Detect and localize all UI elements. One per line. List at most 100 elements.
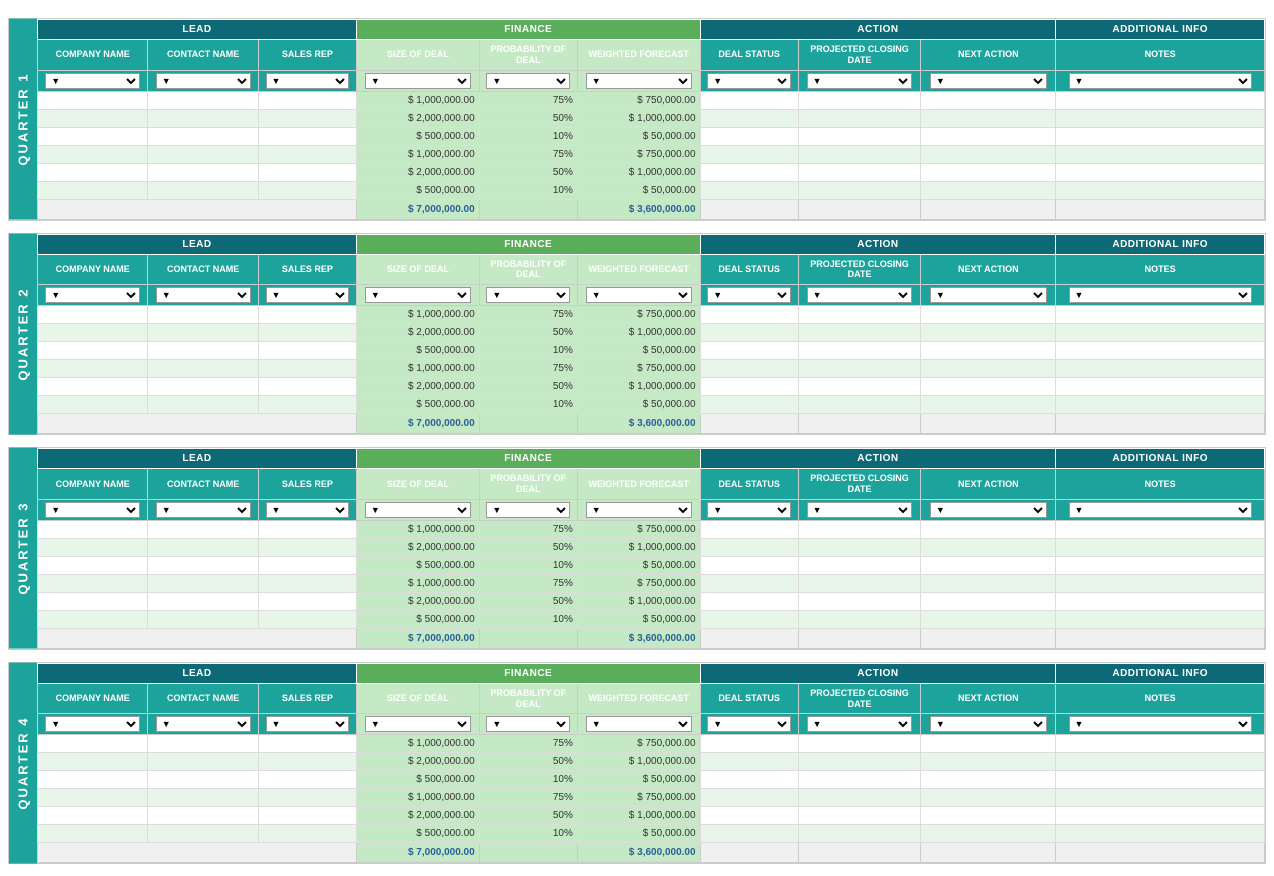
- action-section-header: ACTION: [700, 20, 1056, 40]
- dropdown-sales-rep[interactable]: ▼: [266, 716, 350, 732]
- cell-sales-rep-1: [258, 306, 356, 324]
- additional-info-section-header: ADDITIONAL INFO: [1056, 449, 1265, 469]
- cell-proj-date-5: [798, 378, 921, 396]
- dropdown-next-action[interactable]: ▼: [930, 287, 1047, 303]
- cell-wf-3: $ 50,000.00: [577, 556, 700, 574]
- dropdown-notes[interactable]: ▼: [1069, 502, 1252, 518]
- dropdown-company-name[interactable]: ▼: [45, 73, 140, 89]
- data-row-2: $ 2,000,000.00 50% $ 1,000,000.00: [38, 109, 1265, 127]
- cell-company-name-6: [38, 181, 148, 199]
- dropdown-next-action[interactable]: ▼: [930, 73, 1047, 89]
- finance-section-header: FINANCE: [357, 449, 701, 469]
- dropdown-sales-rep[interactable]: ▼: [266, 287, 350, 303]
- cell-size-2: $ 2,000,000.00: [357, 109, 480, 127]
- dropdown-sales-rep[interactable]: ▼: [266, 73, 350, 89]
- dropdown-contact-name[interactable]: ▼: [156, 716, 251, 732]
- dropdown-contact-name[interactable]: ▼: [156, 73, 251, 89]
- cell-prob-1: 75%: [479, 91, 577, 109]
- cell-size-2: $ 2,000,000.00: [357, 753, 480, 771]
- total-empty-notes: [1056, 843, 1265, 863]
- col-company-name: COMPANY NAME: [38, 40, 148, 71]
- cell-prob-3: 10%: [479, 127, 577, 145]
- cell-notes-2: [1056, 753, 1265, 771]
- data-row-4: $ 1,000,000.00 75% $ 750,000.00: [38, 789, 1265, 807]
- dropdown-projected-closing-date[interactable]: ▼: [807, 73, 913, 89]
- dropdown-notes[interactable]: ▼: [1069, 287, 1252, 303]
- dropdown-weighted-forecast[interactable]: ▼: [586, 287, 692, 303]
- cell-wf-1: $ 750,000.00: [577, 91, 700, 109]
- cell-sales-rep-4: [258, 145, 356, 163]
- dropdown-probability[interactable]: ▼: [486, 716, 570, 732]
- cell-deal-status-4: [700, 574, 798, 592]
- quarter-label-1: QUARTER 1: [9, 19, 37, 220]
- action-section-header: ACTION: [700, 234, 1056, 254]
- dropdown-company-name[interactable]: ▼: [45, 502, 140, 518]
- dropdown-size-of-deal[interactable]: ▼: [365, 502, 471, 518]
- dropdown-projected-closing-date[interactable]: ▼: [807, 287, 913, 303]
- dropdown-weighted-forecast[interactable]: ▼: [586, 502, 692, 518]
- col-probability-of-deal: PROBABILITY OF DEAL: [479, 40, 577, 71]
- cell-proj-date-4: [798, 574, 921, 592]
- dropdown-row[interactable]: ▼ ▼ ▼ ▼ ▼ ▼ ▼ ▼ ▼ ▼: [38, 499, 1265, 520]
- cell-notes-3: [1056, 342, 1265, 360]
- dropdown-projected-closing-date[interactable]: ▼: [807, 502, 913, 518]
- cell-contact-name-4: [148, 574, 258, 592]
- cell-proj-date-4: [798, 145, 921, 163]
- cell-notes-4: [1056, 574, 1265, 592]
- cell-prob-4: 75%: [479, 574, 577, 592]
- cell-proj-date-3: [798, 556, 921, 574]
- dropdown-weighted-forecast[interactable]: ▼: [586, 716, 692, 732]
- cell-prob-5: 50%: [479, 163, 577, 181]
- cell-prob-1: 75%: [479, 520, 577, 538]
- quarter-block-3: QUARTER 3 LEAD FINANCE ACTION ADDITIONAL…: [8, 447, 1266, 650]
- dropdown-next-action[interactable]: ▼: [930, 716, 1047, 732]
- dropdown-row[interactable]: ▼ ▼ ▼ ▼ ▼ ▼ ▼ ▼ ▼ ▼: [38, 285, 1265, 306]
- dropdown-weighted-forecast[interactable]: ▼: [586, 73, 692, 89]
- dropdown-company-name[interactable]: ▼: [45, 287, 140, 303]
- dropdown-next-action[interactable]: ▼: [930, 502, 1047, 518]
- cell-proj-date-3: [798, 771, 921, 789]
- data-row-6: $ 500,000.00 10% $ 50,000.00: [38, 181, 1265, 199]
- dropdown-projected-closing-date[interactable]: ▼: [807, 716, 913, 732]
- dropdown-probability[interactable]: ▼: [486, 502, 570, 518]
- dropdown-size-of-deal[interactable]: ▼: [365, 716, 471, 732]
- dropdown-probability[interactable]: ▼: [486, 287, 570, 303]
- dropdown-size-of-deal[interactable]: ▼: [365, 73, 471, 89]
- dropdown-deal-status[interactable]: ▼: [707, 716, 791, 732]
- dropdown-row[interactable]: ▼ ▼ ▼ ▼ ▼ ▼ ▼ ▼ ▼ ▼: [38, 714, 1265, 735]
- dropdown-contact-name[interactable]: ▼: [156, 502, 251, 518]
- cell-deal-status-1: [700, 306, 798, 324]
- dropdown-deal-status[interactable]: ▼: [707, 287, 791, 303]
- cell-company-name-5: [38, 378, 148, 396]
- cell-notes-5: [1056, 163, 1265, 181]
- cell-contact-name-5: [148, 378, 258, 396]
- cell-prob-5: 50%: [479, 592, 577, 610]
- cell-sales-rep-6: [258, 396, 356, 414]
- dropdown-deal-status[interactable]: ▼: [707, 502, 791, 518]
- cell-wf-3: $ 50,000.00: [577, 771, 700, 789]
- dropdown-row[interactable]: ▼ ▼ ▼ ▼ ▼ ▼ ▼ ▼ ▼ ▼: [38, 70, 1265, 91]
- cell-notes-3: [1056, 127, 1265, 145]
- data-row-5: $ 2,000,000.00 50% $ 1,000,000.00: [38, 807, 1265, 825]
- dropdown-company-name[interactable]: ▼: [45, 716, 140, 732]
- dropdown-notes[interactable]: ▼: [1069, 716, 1252, 732]
- dropdown-contact-name[interactable]: ▼: [156, 287, 251, 303]
- cell-notes-6: [1056, 610, 1265, 628]
- dropdown-notes[interactable]: ▼: [1069, 73, 1252, 89]
- cell-company-name-1: [38, 735, 148, 753]
- cell-sales-rep-3: [258, 771, 356, 789]
- col-deal-status: DEAL STATUS: [700, 254, 798, 285]
- dropdown-size-of-deal[interactable]: ▼: [365, 287, 471, 303]
- total-wf: $ 3,600,000.00: [577, 199, 700, 219]
- cell-next-action-1: [921, 91, 1056, 109]
- cell-contact-name-1: [148, 520, 258, 538]
- total-empty-lead: [38, 199, 357, 219]
- cell-prob-3: 10%: [479, 556, 577, 574]
- total-prob-empty: [479, 414, 577, 434]
- cell-wf-6: $ 50,000.00: [577, 181, 700, 199]
- dropdown-probability[interactable]: ▼: [486, 73, 570, 89]
- dropdown-sales-rep[interactable]: ▼: [266, 502, 350, 518]
- cell-sales-rep-5: [258, 592, 356, 610]
- dropdown-deal-status[interactable]: ▼: [707, 73, 791, 89]
- cell-company-name-1: [38, 91, 148, 109]
